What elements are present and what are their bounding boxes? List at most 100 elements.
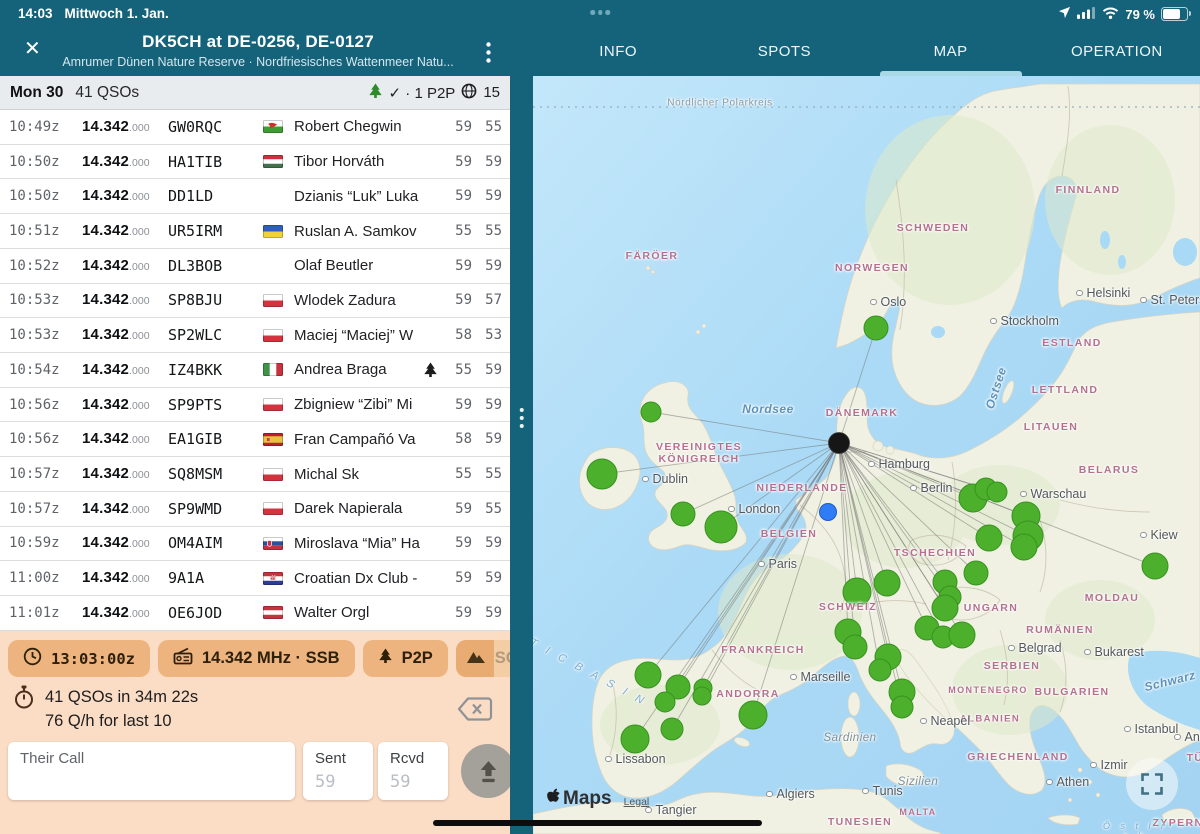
qso-map-dot[interactable] [932,595,958,621]
home-indicator[interactable] [433,820,762,826]
qso-map-dot[interactable] [864,316,888,340]
qso-row[interactable]: 10:52z14.342.000DL3BOBOlaf Beutler5959 [0,249,510,284]
qso-callsign: OE6JOD [168,604,263,622]
qso-time: 10:50z [9,188,82,204]
sent-value: 59 [315,772,361,792]
fullscreen-button[interactable] [1126,758,1178,810]
station-map-dot[interactable] [829,433,850,454]
qso-row[interactable]: 10:56z14.342.000EA1GIBFran Campañó Va585… [0,422,510,457]
qso-operator-name: Robert Chegwin [294,118,423,135]
qso-map-dot[interactable] [1142,553,1168,579]
qso-map-dot[interactable] [874,570,900,596]
qso-row[interactable]: 10:49z14.342.000GW0RQCRobert Chegwin5955 [0,110,510,145]
qso-frequency: 14.342.000 [82,500,168,518]
activation-title-block: DK5CH at DE-0256, DE-0127 Amrumer Dünen … [40,32,476,69]
qso-rst-rcvd: 59 [472,431,502,447]
qso-map-dot[interactable] [705,511,737,543]
poland-flag-icon [263,502,294,515]
qso-map-dot[interactable] [964,561,988,585]
log-qso-button[interactable] [461,744,510,798]
chip-sota[interactable]: SOTA [456,640,510,677]
qso-map-dot[interactable] [655,692,675,712]
qso-time: 10:52z [9,258,82,274]
qso-row[interactable]: 10:53z14.342.000SP2WLCMaciej “Maciej” W5… [0,318,510,353]
qso-frequency: 14.342.000 [82,118,168,136]
qso-rst-sent: 59 [442,397,472,413]
qso-callsign: IZ4BKK [168,361,263,379]
legal-link[interactable]: Legal [624,796,650,808]
chip-freq-mode[interactable]: 14.342 MHz · SSB [158,640,355,677]
qso-map-dot[interactable] [739,701,767,729]
qso-map-dot[interactable] [641,402,661,422]
qso-map-dot[interactable] [869,659,891,681]
spot-map-dot[interactable] [820,504,837,521]
entry-chip-row: 13:03:00z14.342 MHz · SSBP2PSOTA [8,640,510,677]
qso-map-dot[interactable] [843,578,871,606]
qso-frequency: 14.342.000 [82,396,168,414]
qso-row[interactable]: 11:01z14.342.000OE6JODWalter Orgl5959 [0,596,510,631]
qso-rst-rcvd: 59 [472,362,502,378]
italy-flag-icon [263,363,294,376]
qso-map-dot[interactable] [1011,534,1037,560]
qso-time: 10:50z [9,154,82,170]
qso-row[interactable]: 10:57z14.342.000SQ8MSMMichal Sk5555 [0,457,510,492]
qso-callsign: SP8BJU [168,291,263,309]
qso-callsign: HA1TIB [168,153,263,171]
chip-time[interactable]: 13:03:00z [8,640,150,677]
page-subtitle: Amrumer Dünen Nature Reserve · Nordfries… [40,55,476,69]
battery-percent: 79 % [1125,7,1155,22]
qso-operator-name: Fran Campañó Va [294,431,423,448]
qso-time: 10:56z [9,431,82,447]
tree-icon [368,83,383,103]
qso-map-dot[interactable] [976,525,1002,551]
qso-map-dot[interactable] [843,635,867,659]
qso-map-dot[interactable] [635,662,661,688]
qso-map-dot[interactable] [661,718,683,740]
rst-rcvd-field[interactable]: Rcvd 59 [378,742,448,800]
qso-time: 11:00z [9,570,82,586]
qso-map-dot[interactable] [987,482,1007,502]
qso-row[interactable]: 11:00z14.342.0009A1ACroatian Dx Club -59… [0,561,510,596]
qso-map-dot[interactable] [693,687,711,705]
qso-rst-sent: 55 [442,466,472,482]
qso-row[interactable]: 10:54z14.342.000IZ4BKKAndrea Braga5559 [0,353,510,388]
qso-map-dot[interactable] [891,696,913,718]
qso-time: 10:56z [9,397,82,413]
qso-map-dot[interactable] [621,725,649,753]
map-view[interactable]: Nördlicher PolarkreisFÄRÖERFINNLANDSCHWE… [533,76,1200,834]
tree-icon [378,648,393,669]
qso-rst-sent: 59 [442,154,472,170]
qso-row[interactable]: 10:50z14.342.000DD1LDDzianis “Luk” Luka5… [0,179,510,214]
qso-row[interactable]: 10:57z14.342.000SP9WMDDarek Napierala595… [0,492,510,527]
qso-row[interactable]: 10:59z14.342.000OM4AIMMiroslava “Mia” Ha… [0,527,510,562]
qso-map-dot[interactable] [587,459,617,489]
qso-time: 10:59z [9,535,82,551]
mountain-icon [466,649,486,669]
log-day-label: Mon 30 [10,84,63,102]
qso-rst-rcvd: 59 [472,188,502,204]
overflow-menu-button[interactable] [480,41,497,67]
qso-rst-sent: 59 [442,188,472,204]
their-call-input[interactable] [20,750,283,767]
qso-time: 10:49z [9,119,82,135]
tab-operation[interactable]: OPERATION [1034,28,1200,76]
qso-row[interactable]: 10:51z14.342.000UR5IRMRuslan A. Samkov55… [0,214,510,249]
qso-row-list: 10:49z14.342.000GW0RQCRobert Chegwin5955… [0,110,510,631]
qso-row[interactable]: 10:53z14.342.000SP8BJUWlodek Zadura5957 [0,284,510,319]
backspace-button[interactable] [450,695,500,726]
panel-resize-handle[interactable] [510,76,533,834]
tab-info[interactable]: INFO [535,28,701,76]
stopwatch-icon [13,685,35,714]
dx-count: 15 [483,84,500,101]
rst-sent-field[interactable]: Sent 59 [303,742,373,800]
chip-p2p[interactable]: P2P [363,640,448,677]
tab-map[interactable]: MAP [868,28,1034,76]
qso-frequency: 14.342.000 [82,569,168,587]
qso-row[interactable]: 10:56z14.342.000SP9PTSZbigniew “Zibi” Mi… [0,388,510,423]
their-call-field[interactable] [8,742,295,800]
tab-spots[interactable]: SPOTS [701,28,867,76]
qso-map-dot[interactable] [949,622,975,648]
qso-rst-sent: 59 [442,119,472,135]
qso-map-dot[interactable] [671,502,695,526]
qso-row[interactable]: 10:50z14.342.000HA1TIBTibor Horváth5959 [0,145,510,180]
